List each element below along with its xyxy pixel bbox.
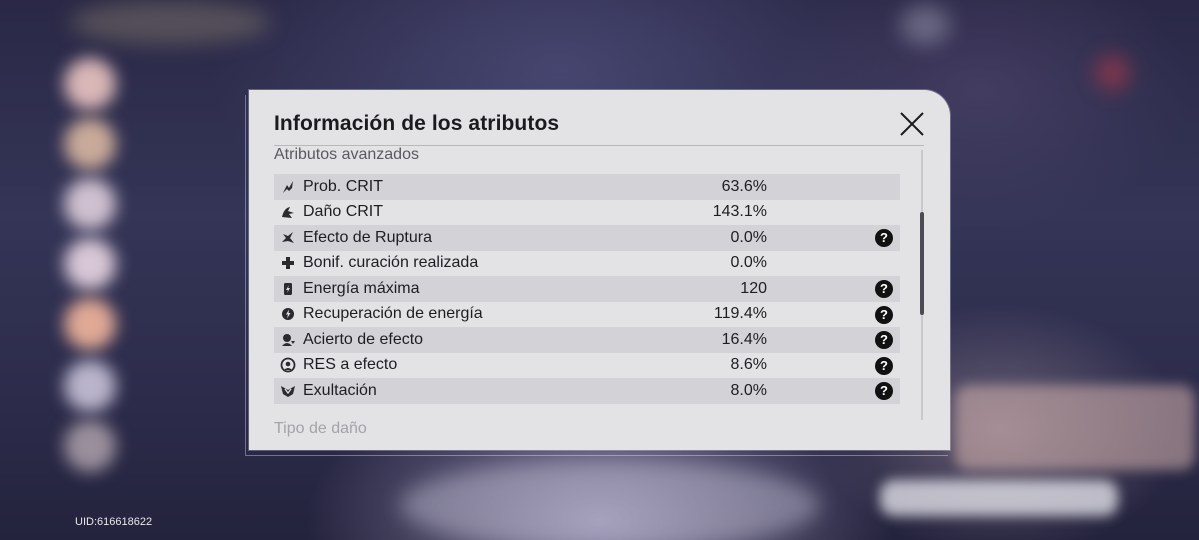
game-screen: Información de los atributos Atributos a… (0, 0, 1199, 540)
attribute-label: Acierto de efecto (303, 330, 424, 348)
close-icon (900, 112, 924, 136)
section-title-damage-type: Tipo de daño (274, 420, 367, 437)
help-icon[interactable]: ? (875, 305, 893, 324)
attribute-label: Prob. CRIT (303, 177, 384, 195)
attribute-label: RES a efecto (303, 356, 398, 374)
effect-hit-icon (279, 331, 297, 349)
attribute-info-dialog: Información de los atributos Atributos a… (249, 90, 950, 450)
attribute-row-energy-regen: Recuperación de energía 119.4% ? (274, 302, 900, 328)
help-icon[interactable]: ? (875, 382, 893, 400)
attribute-row-crit-dmg: Daño CRIT 143.1% (274, 200, 900, 226)
exultation-icon (279, 382, 297, 400)
attribute-label: Exultación (303, 381, 377, 399)
attribute-value: 0.0% (730, 254, 767, 272)
background-avatar-6 (64, 360, 116, 412)
background-blur-bottom (400, 460, 820, 540)
attribute-list: Prob. CRIT 63.6% Daño CRIT 143.1% Efecto… (274, 174, 900, 404)
attribute-value: 63.6% (721, 177, 767, 195)
attribute-value: 0.0% (730, 228, 767, 246)
energy-regen-icon (279, 305, 297, 323)
background-panel-right (955, 385, 1195, 470)
attribute-row-exultation: Exultación 8.0% ? (274, 378, 900, 404)
background-blur-top-left (70, 0, 270, 45)
effect-res-icon (279, 356, 297, 374)
scrollbar-thumb[interactable] (920, 212, 924, 315)
attribute-row-effect-res: RES a efecto 8.6% ? (274, 353, 900, 379)
attribute-row-effect-hit: Acierto de efecto 16.4% ? (274, 327, 900, 353)
help-icon[interactable]: ? (875, 280, 893, 298)
background-avatar-5 (64, 298, 116, 350)
break-effect-icon (279, 229, 297, 247)
background-avatar-4 (64, 238, 116, 290)
dialog-title: Información de los atributos (274, 112, 560, 135)
crit-rate-icon (279, 178, 297, 196)
background-button-right (880, 480, 1118, 516)
attribute-value: 143.1% (712, 203, 767, 221)
help-icon[interactable]: ? (875, 356, 893, 375)
attribute-row-break-effect: Efecto de Ruptura 0.0% ? (274, 225, 900, 251)
attribute-value: 16.4% (721, 330, 767, 348)
attribute-label: Efecto de Ruptura (303, 228, 432, 246)
attribute-value: 8.6% (730, 356, 767, 374)
attribute-value: 120 (740, 279, 767, 297)
healing-bonus-icon (279, 254, 297, 272)
attribute-row-crit-rate: Prob. CRIT 63.6% (274, 174, 900, 200)
attribute-label: Recuperación de energía (303, 305, 483, 323)
attribute-row-healing-bonus: Bonif. curación realizada 0.0% (274, 251, 900, 277)
background-avatar-3 (64, 178, 116, 230)
section-title-advanced: Atributos avanzados (274, 146, 419, 163)
attribute-value: 119.4% (713, 305, 767, 323)
background-avatar-1 (64, 58, 116, 110)
attribute-value: 8.0% (730, 381, 767, 399)
max-energy-icon (279, 280, 297, 298)
attribute-row-max-energy: Energía máxima 120 ? (274, 276, 900, 302)
background-avatar-2 (64, 118, 116, 170)
close-button[interactable] (898, 110, 926, 138)
background-avatar-7 (64, 420, 116, 472)
attribute-label: Energía máxima (303, 279, 420, 297)
attribute-label: Daño CRIT (303, 203, 384, 221)
help-icon[interactable]: ? (875, 331, 893, 349)
background-blur-top-right (900, 5, 950, 45)
attribute-label: Bonif. curación realizada (303, 254, 479, 272)
crit-dmg-icon (279, 203, 297, 221)
background-blur-red (1095, 55, 1130, 90)
player-uid: UID:616618622 (75, 516, 153, 528)
help-icon[interactable]: ? (875, 229, 893, 247)
